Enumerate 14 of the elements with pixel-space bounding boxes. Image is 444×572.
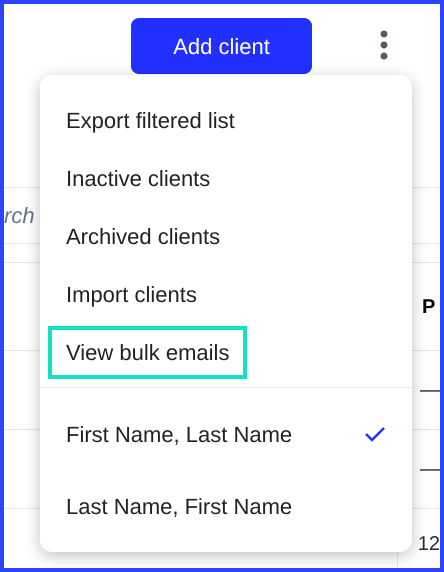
sort-option[interactable]: Last Name, First Name xyxy=(40,470,412,542)
add-client-button[interactable]: Add client xyxy=(131,18,312,74)
menu-item[interactable]: View bulk emails xyxy=(48,326,248,378)
table-cell-text: 12 xyxy=(418,532,440,556)
column-header: P xyxy=(422,294,436,320)
menu-item[interactable]: Import clients xyxy=(66,278,197,310)
more-options-icon[interactable] xyxy=(379,30,389,60)
table-cell-text: — xyxy=(420,378,440,403)
table-cell-text: — xyxy=(420,457,440,482)
menu-item[interactable]: Archived clients xyxy=(66,220,220,252)
sort-option[interactable]: First Name, Last Name xyxy=(40,398,412,470)
menu-item[interactable]: Export filtered list xyxy=(66,104,235,136)
search-field[interactable]: rch xyxy=(4,199,35,232)
menu-item[interactable]: Inactive clients xyxy=(66,162,210,194)
